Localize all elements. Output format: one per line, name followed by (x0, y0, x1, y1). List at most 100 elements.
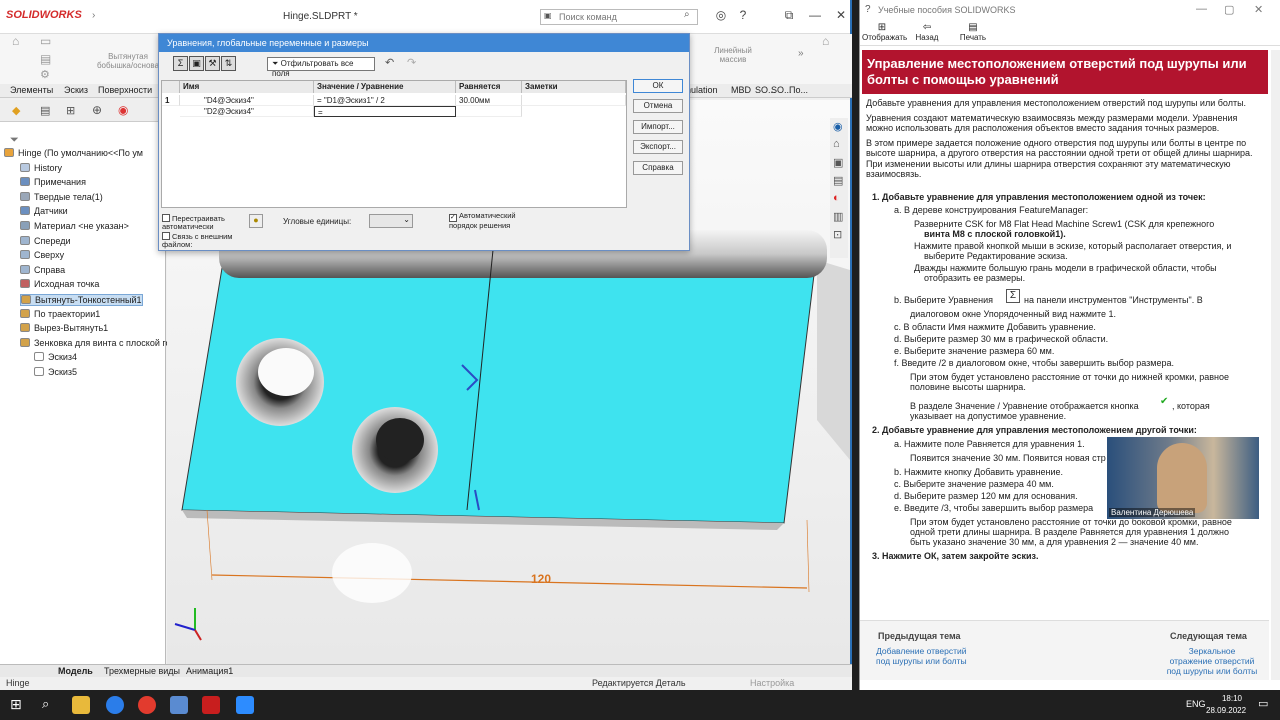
tab-sketch[interactable]: Эскиз (64, 85, 88, 95)
row-2-equals[interactable] (456, 106, 522, 117)
close-icon[interactable]: ✕ (1254, 3, 1263, 16)
tree-item[interactable]: Эскиз5 (34, 367, 77, 377)
home-icon[interactable]: ⌂ (12, 34, 19, 48)
dimension-line[interactable] (211, 574, 808, 589)
filter-all-fields-button[interactable]: ⏷ Отфильтровать все поля (267, 57, 375, 78)
search-icon[interactable]: ⌕ (42, 696, 49, 712)
solidworks-taskbar-icon[interactable] (202, 696, 220, 714)
row-2-value-input[interactable]: = (314, 106, 456, 117)
dimension-value[interactable]: 120 (531, 572, 551, 586)
angular-units-select[interactable]: ⌄ (369, 214, 413, 228)
ok-button[interactable]: ОК (633, 79, 683, 93)
help-icon[interactable]: ? (734, 8, 752, 24)
zoom-icon[interactable] (236, 696, 254, 714)
minimize-icon[interactable]: — (1196, 3, 1207, 15)
tree-item[interactable]: Твердые тела(1) (20, 191, 103, 202)
user-icon[interactable]: ◎ (712, 8, 730, 24)
tab-mbd[interactable]: MBD (731, 85, 751, 95)
auto-order-checkbox[interactable]: ✓ Автоматический порядок решения (449, 212, 529, 230)
sketch-equations-icon[interactable]: ▣ (189, 56, 204, 71)
tree-item[interactable]: Эскиз4 (34, 352, 77, 362)
print-button[interactable]: ▤ Печать (956, 22, 990, 42)
redo-icon[interactable]: ↷ (407, 56, 416, 69)
row-1-notes[interactable] (522, 95, 626, 106)
magnifier-icon[interactable]: ⌕ (684, 9, 690, 20)
forum-icon[interactable]: ⊡ (833, 228, 842, 241)
property-manager-icon[interactable]: ▤ (40, 104, 50, 117)
rebuild-auto-checkbox[interactable]: Перестраивать автоматически (162, 214, 242, 231)
tree-item[interactable]: Исходная точка (20, 279, 99, 289)
linear-pattern-button[interactable]: Линейный массив (708, 46, 758, 64)
tab-features[interactable]: Элементы (10, 85, 53, 95)
tree-item[interactable]: Датчики (20, 206, 68, 216)
ordered-view-icon[interactable]: ⇅ (221, 56, 236, 71)
solidworks-logo[interactable]: SOLIDWORKS (6, 9, 82, 21)
print-icon[interactable]: ▤ (40, 52, 51, 66)
chrome-icon[interactable] (138, 696, 156, 714)
help-scrollbar[interactable] (1271, 50, 1280, 680)
close-icon[interactable]: ✕ (832, 8, 850, 24)
custom-properties-icon[interactable]: ▥ (833, 210, 843, 223)
row-1-equals[interactable]: 30.00мм (456, 95, 522, 106)
extrude-boss-button[interactable]: Вытянутая бобышка/основа (96, 52, 160, 70)
notifications-icon[interactable]: ▭ (1258, 697, 1268, 710)
file-explorer-icon[interactable]: ▣ (833, 156, 843, 169)
maximize-icon[interactable]: ▢ (1224, 3, 1234, 16)
row-1-value[interactable]: = "D1@Эскиз1" / 2 (314, 95, 456, 106)
tree-item[interactable]: Спереди (20, 235, 70, 246)
help-button[interactable]: Справка (633, 161, 683, 175)
link-external-checkbox[interactable]: Связь с внешним файлом: (162, 232, 242, 249)
status-customize[interactable]: Настройка (750, 678, 794, 688)
view-palette-icon[interactable]: ▤ (833, 174, 843, 187)
file-explorer-icon[interactable] (72, 696, 90, 714)
cancel-button[interactable]: Отмена (633, 99, 683, 113)
language-indicator[interactable]: ENG (1186, 699, 1206, 709)
tree-item[interactable]: Справа (20, 264, 65, 275)
prev-topic-link[interactable]: Добавление отверстий под шурупы или болты (876, 646, 967, 666)
minimize-icon[interactable]: — (806, 8, 824, 24)
traffic-light-icon[interactable]: ● (249, 214, 263, 228)
clock-time[interactable]: 18:10 (1212, 694, 1252, 703)
col-name[interactable]: Имя (180, 81, 314, 93)
tab-simulation[interactable]: nulation (686, 85, 718, 95)
home-icon-right[interactable]: ⌂ (822, 34, 829, 48)
col-value[interactable]: Значение / Уравнение (314, 81, 456, 93)
import-button[interactable]: Импорт... (633, 120, 683, 134)
new-file-icon[interactable]: ▭ (40, 34, 51, 48)
equations-view-icon[interactable]: Σ (173, 56, 188, 71)
tree-item[interactable]: Материал <не указан> (20, 221, 129, 231)
next-topic-link[interactable]: Зеркальное отражение отверстий под шурупы … (1160, 646, 1264, 676)
back-button[interactable]: ⇦ Назад (912, 22, 942, 42)
tree-item[interactable]: Hinge (По умолчанию<<По ум (4, 148, 143, 158)
expand-ribbon-icon[interactable]: » (798, 48, 804, 59)
undo-icon[interactable]: ↶ (385, 56, 394, 69)
col-notes[interactable]: Заметки (522, 81, 626, 93)
tab-model[interactable]: Модель (58, 666, 93, 676)
settings-icon[interactable]: ⚙ (40, 68, 50, 81)
appearances-icon[interactable]: ◐ (833, 192, 840, 204)
tab-3d-views[interactable]: Трехмерные виды (104, 666, 180, 676)
tree-item[interactable]: History (20, 162, 62, 173)
feature-manager-icon[interactable]: ◆ (12, 104, 20, 117)
filter-icon[interactable]: ⏷ (10, 134, 19, 147)
tile-icon[interactable]: ⧉ (780, 8, 798, 24)
tab-animation[interactable]: Анимация1 (186, 666, 233, 676)
clock-date[interactable]: 28.09.2022 (1206, 706, 1246, 715)
resources-icon[interactable]: ◉ (833, 120, 843, 133)
tree-item[interactable]: Вырез-Вытянуть1 (20, 323, 108, 333)
search-commands-input[interactable]: Поиск команд (540, 9, 698, 25)
start-icon[interactable]: ⊞ (10, 696, 22, 713)
tree-item[interactable]: Вытянуть-Тонкостенный1 (20, 294, 143, 306)
menu-arrow-icon[interactable]: › (92, 10, 95, 21)
design-library-icon[interactable]: ⌂ (833, 138, 840, 150)
export-button[interactable]: Экспорт... (633, 140, 683, 154)
tab-surfaces[interactable]: Поверхности (98, 85, 152, 95)
dimxpert-icon[interactable]: ⊕ (92, 103, 102, 117)
tree-item[interactable]: Сверху (20, 250, 64, 260)
display-manager-icon[interactable]: ◉ (118, 103, 128, 117)
cloud-icon[interactable] (170, 696, 188, 714)
edge-icon[interactable] (106, 696, 124, 714)
tab-more[interactable]: По... (789, 85, 808, 95)
tree-item[interactable]: По траектории1 (20, 308, 100, 319)
dimension-view-icon[interactable]: ⚒ (205, 56, 220, 71)
